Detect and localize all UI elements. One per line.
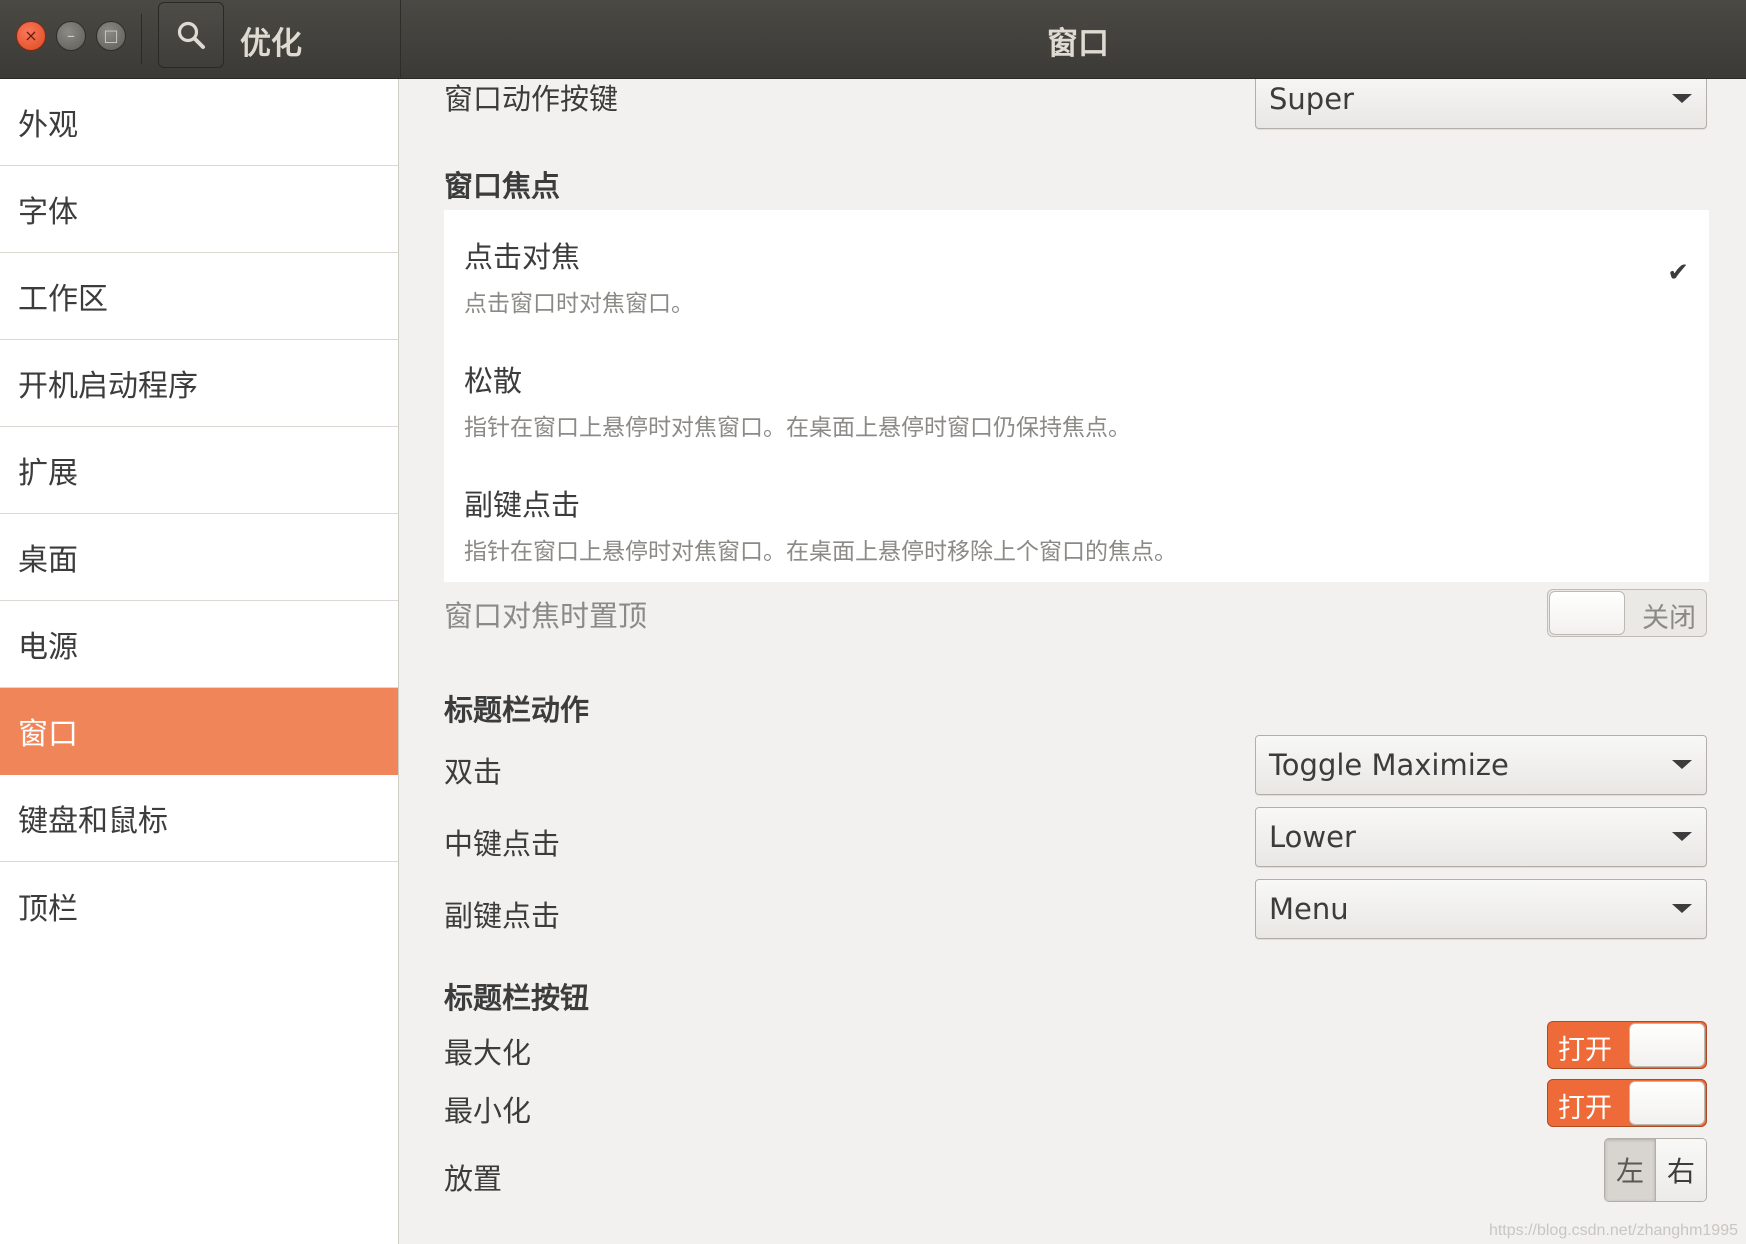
header-left-section: × – □ 优化 [0,0,401,78]
sidebar-item-label: 字体 [18,195,78,230]
sidebar-item-label: 外观 [18,108,78,143]
middle-click-value: Lower [1269,820,1356,854]
secondary-click-value: Menu [1269,892,1349,926]
sidebar-item-label: 键盘和鼠标 [18,804,168,839]
chevron-down-icon [1672,832,1692,841]
placement-right-button[interactable]: 右 [1655,1139,1706,1201]
secondary-click-dropdown[interactable]: Menu [1255,879,1707,939]
window-focus-section-title: 窗口焦点 [444,169,561,203]
placement-left-button[interactable]: 左 [1605,1139,1655,1201]
search-button[interactable] [158,2,224,68]
sidebar-item-keyboard-mouse[interactable]: 键盘和鼠标 [0,775,398,862]
switch-knob [1629,1081,1705,1125]
minimize-icon: – [67,26,75,45]
sidebar-item-desktop[interactable]: 桌面 [0,514,398,601]
focus-option-secondary-click[interactable]: 副键点击 指针在窗口上悬停时对焦窗口。在桌面上悬停时移除上个窗口的焦点。 [464,482,1664,566]
titlebar-buttons-section-title: 标题栏按钮 [444,981,590,1015]
secondary-click-label: 副键点击 [444,899,561,933]
focus-option-title: 松散 [464,364,523,398]
switch-knob [1549,591,1625,635]
sidebar-item-workspaces[interactable]: 工作区 [0,253,398,340]
window-focus-list: 点击对焦 点击窗口时对焦窗口。 ✔ 松散 指针在窗口上悬停时对焦窗口。在桌面上悬… [444,210,1709,582]
action-key-value: Super [1269,82,1354,116]
placement-segmented-control: 左 右 [1604,1138,1707,1202]
switch-knob [1629,1023,1705,1067]
sidebar-item-windows[interactable]: 窗口 [0,688,398,775]
watermark: https://blog.csdn.net/zhanghm1995 [1488,1222,1738,1239]
page-title: 窗口 [1047,26,1109,62]
maximize-switch[interactable]: 打开 [1547,1021,1707,1069]
sidebar-item-startup-applications[interactable]: 开机启动程序 [0,340,398,427]
sidebar-item-label: 工作区 [18,282,108,317]
placement-label: 放置 [444,1162,503,1196]
minimize-switch[interactable]: 打开 [1547,1079,1707,1127]
window-close-button[interactable]: × [16,21,46,51]
sidebar-item-label: 顶栏 [18,891,78,927]
focus-option-description: 指针在窗口上悬停时对焦窗口。在桌面上悬停时移除上个窗口的焦点。 [464,539,1177,565]
window-maximize-button[interactable]: □ [96,21,126,51]
switch-state-label: 打开 [1558,1035,1612,1066]
sidebar-item-label: 电源 [18,630,78,665]
main-panel: 窗口动作按键 Super 窗口焦点 点击对焦 点击窗口时对焦窗口。 ✔ 松散 指… [399,79,1746,1244]
double-click-value: Toggle Maximize [1269,748,1509,782]
maximize-label: 最大化 [444,1036,532,1070]
sidebar-item-appearance[interactable]: 外观 [0,79,398,166]
chevron-down-icon [1672,94,1692,103]
middle-click-dropdown[interactable]: Lower [1255,807,1707,867]
sidebar-item-label: 窗口 [18,717,78,752]
raise-on-focus-switch[interactable]: 关闭 [1547,589,1707,637]
action-key-dropdown[interactable]: Super [1255,79,1707,129]
focus-option-click[interactable]: 点击对焦 点击窗口时对焦窗口。 [464,234,1664,318]
switch-state-label: 关闭 [1642,603,1696,634]
focus-option-description: 点击窗口时对焦窗口。 [464,291,694,317]
window-minimize-button[interactable]: – [56,21,86,51]
titlebar-actions-section-title: 标题栏动作 [444,693,590,727]
header-separator [141,14,142,64]
header-bar: × – □ 优化 窗口 [0,0,1746,79]
focus-option-title: 点击对焦 [464,240,581,274]
sidebar: 外观 字体 工作区 开机启动程序 扩展 桌面 电源 窗口 键盘和鼠标 顶栏 [0,79,399,1244]
sidebar-item-label: 桌面 [18,543,78,578]
action-key-label: 窗口动作按键 [444,82,619,116]
middle-click-label: 中键点击 [444,827,561,861]
checkmark-icon: ✔ [1667,258,1689,288]
sidebar-item-label: 开机启动程序 [18,369,198,404]
chevron-down-icon [1672,904,1692,913]
minimize-label: 最小化 [444,1094,532,1128]
sidebar-item-top-bar[interactable]: 顶栏 [0,862,398,949]
sidebar-item-fonts[interactable]: 字体 [0,166,398,253]
double-click-label: 双击 [444,755,503,789]
focus-option-title: 副键点击 [464,488,581,522]
chevron-down-icon [1672,760,1692,769]
sidebar-item-label: 扩展 [18,456,78,491]
close-icon: × [24,26,38,45]
raise-on-focus-label: 窗口对焦时置顶 [444,599,648,633]
sidebar-item-power[interactable]: 电源 [0,601,398,688]
double-click-dropdown[interactable]: Toggle Maximize [1255,735,1707,795]
switch-state-label: 打开 [1558,1093,1612,1124]
app-title: 优化 [240,26,302,62]
search-icon [177,21,205,49]
sidebar-item-extensions[interactable]: 扩展 [0,427,398,514]
focus-option-sloppy[interactable]: 松散 指针在窗口上悬停时对焦窗口。在桌面上悬停时窗口仍保持焦点。 [464,358,1664,442]
maximize-icon: □ [103,26,119,45]
focus-option-description: 指针在窗口上悬停时对焦窗口。在桌面上悬停时窗口仍保持焦点。 [464,415,1131,441]
